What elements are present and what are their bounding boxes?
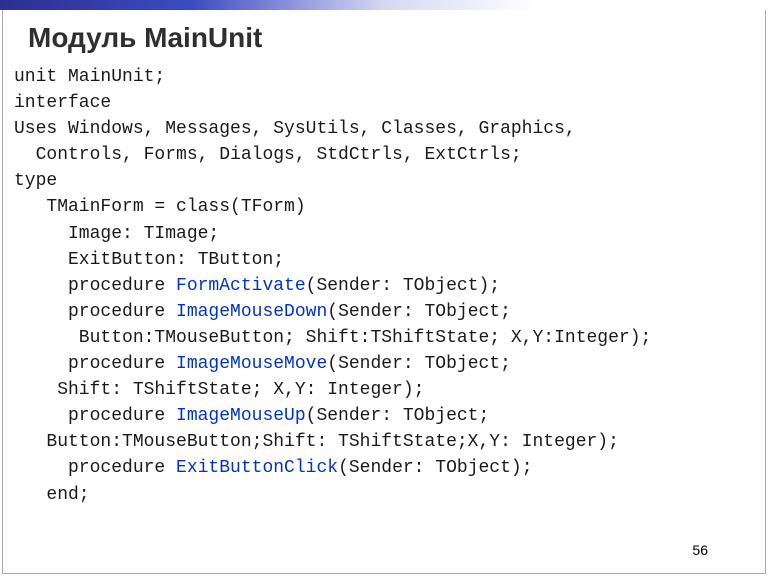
code-line: procedure ImageMouseUp(Sender: TObject; <box>14 406 489 426</box>
code-text: procedure <box>14 406 176 426</box>
code-text: procedure <box>14 354 176 374</box>
code-line: Image: TImage; <box>14 224 219 244</box>
code-line: TMainForm = class(TForm) <box>14 197 306 217</box>
code-text: (Sender: TObject; <box>327 354 511 374</box>
code-keyword: ImageMouseUp <box>176 406 306 426</box>
code-line: procedure ImageMouseDown(Sender: TObject… <box>14 302 511 322</box>
code-line: ExitButton: TButton; <box>14 250 284 270</box>
top-gradient-bar <box>0 0 768 10</box>
code-line: Uses Windows, Messages, SysUtils, Classe… <box>14 119 576 139</box>
code-text: procedure <box>14 302 176 322</box>
page-title: Модуль MainUnit <box>28 22 262 54</box>
code-line: Button:TMouseButton; Shift:TShiftState; … <box>14 328 651 348</box>
code-text: (Sender: TObject; <box>306 406 490 426</box>
code-keyword: ImageMouseMove <box>176 354 327 374</box>
code-line: end; <box>14 485 90 505</box>
code-block: unit MainUnit; interface Uses Windows, M… <box>14 64 754 508</box>
code-keyword: ImageMouseDown <box>176 302 327 322</box>
page-number: 56 <box>692 542 708 558</box>
code-line: procedure ExitButtonClick(Sender: TObjec… <box>14 458 533 478</box>
code-line: procedure FormActivate(Sender: TObject); <box>14 276 500 296</box>
code-text: procedure <box>14 458 176 478</box>
code-keyword: ExitButtonClick <box>176 458 338 478</box>
code-line: interface <box>14 93 111 113</box>
code-line: Shift: TShiftState; X,Y: Integer); <box>14 380 424 400</box>
code-keyword: FormActivate <box>176 276 306 296</box>
code-line: procedure ImageMouseMove(Sender: TObject… <box>14 354 511 374</box>
code-text: (Sender: TObject; <box>327 302 511 322</box>
code-line: unit MainUnit; <box>14 67 165 87</box>
code-text: (Sender: TObject); <box>306 276 500 296</box>
code-text: procedure <box>14 276 176 296</box>
code-line: Controls, Forms, Dialogs, StdCtrls, ExtC… <box>14 145 522 165</box>
code-line: type <box>14 171 57 191</box>
slide: Модуль MainUnit unit MainUnit; interface… <box>0 0 768 576</box>
code-text: (Sender: TObject); <box>338 458 532 478</box>
code-line: Button:TMouseButton;Shift: TShiftState;X… <box>14 432 619 452</box>
